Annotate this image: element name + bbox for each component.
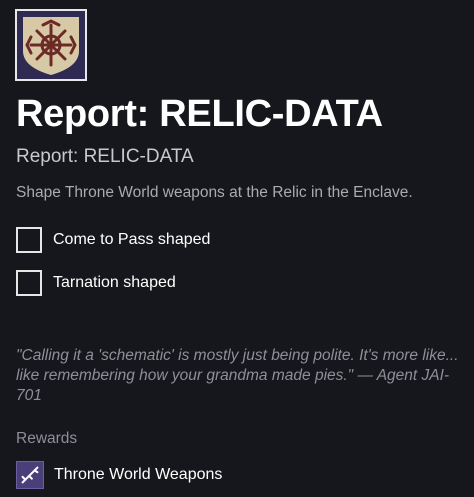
page-subtitle: Report: RELIC-DATA xyxy=(16,146,194,167)
objective-checkbox[interactable] xyxy=(16,270,42,296)
lore-quote: "Calling it a 'schematic' is mostly just… xyxy=(16,347,459,404)
page-title: Report: RELIC-DATA xyxy=(16,93,383,135)
objective-come-to-pass[interactable]: Come to Pass shaped xyxy=(16,227,210,253)
relic-schematic-icon xyxy=(17,11,85,79)
rewards-heading: Rewards xyxy=(16,430,78,447)
objective-label: Tarnation shaped xyxy=(53,274,176,291)
objective-checkbox[interactable] xyxy=(16,227,42,253)
objective-tarnation[interactable]: Tarnation shaped xyxy=(16,270,176,296)
reward-label: Throne World Weapons xyxy=(54,466,223,483)
reward-item[interactable]: Throne World Weapons xyxy=(16,461,222,489)
quest-emblem xyxy=(15,9,87,81)
objective-label: Come to Pass shaped xyxy=(53,231,211,248)
weapon-icon xyxy=(16,461,44,489)
quest-description: Shape Throne World weapons at the Relic … xyxy=(16,184,413,201)
